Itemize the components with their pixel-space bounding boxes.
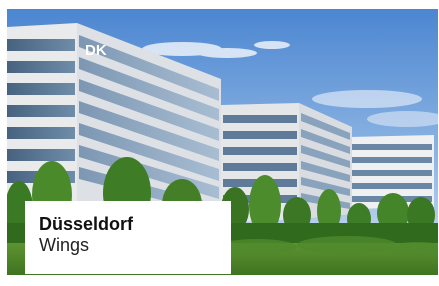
building-sign: DK bbox=[85, 42, 107, 59]
city-name: Düsseldorf bbox=[39, 214, 134, 234]
location-caption: Düsseldorf Wings bbox=[25, 201, 231, 274]
location-card[interactable]: DK Düsseldorf Wings bbox=[7, 9, 438, 275]
building-name: Wings bbox=[39, 235, 90, 255]
